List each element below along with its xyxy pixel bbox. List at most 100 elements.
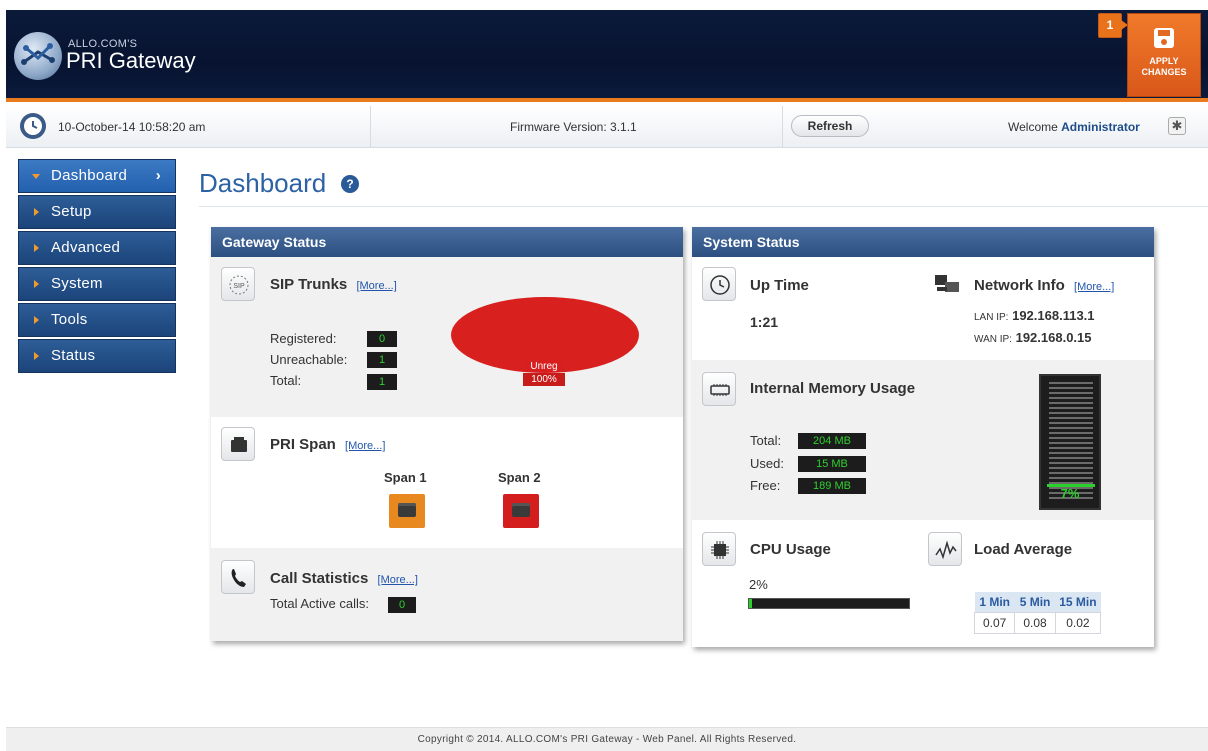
arrow-icon bbox=[34, 244, 39, 252]
welcome-text: Welcome Administrator bbox=[1008, 120, 1140, 134]
mem-free-label: Free: bbox=[750, 478, 781, 493]
lan-ip-value: 192.168.113.1 bbox=[1012, 308, 1095, 323]
unreachable-value: 1 bbox=[367, 352, 397, 368]
sidebar-item-advanced[interactable]: Advanced bbox=[18, 231, 176, 265]
phone-icon bbox=[221, 560, 255, 594]
header-bar: ALLO.COM'S PRI Gateway 1 APPLY CHANGES bbox=[6, 10, 1208, 102]
apply-label-line2: CHANGES bbox=[1141, 67, 1187, 77]
sidebar-nav: Dashboard › Setup Advanced System Tools … bbox=[18, 159, 176, 375]
cpu-load-section: CPU Usage 2% Load Average 1 Min 5 Min 15… bbox=[692, 520, 1154, 647]
divider bbox=[782, 106, 783, 147]
system-status-panel: System Status Up Time 1:21 Network Info bbox=[692, 227, 1154, 647]
page-title: Dashboard bbox=[199, 168, 327, 198]
footer-copyright: Copyright © 2014. ALLO.COM's PRI Gateway… bbox=[6, 727, 1208, 751]
section-title-text: Network Info bbox=[974, 277, 1065, 294]
mem-used-value: 15 MB bbox=[798, 456, 866, 472]
calls-more-link[interactable]: [More...] bbox=[378, 574, 418, 586]
sidebar-item-tools[interactable]: Tools bbox=[18, 303, 176, 337]
info-bar: 10-October-14 10:58:20 am Firmware Versi… bbox=[6, 106, 1208, 148]
help-icon[interactable]: ? bbox=[341, 175, 359, 193]
memory-chip-icon bbox=[702, 372, 736, 406]
panel-title: Gateway Status bbox=[211, 227, 683, 257]
cpu-usage-bar bbox=[748, 598, 910, 609]
load-value-15min: 0.02 bbox=[1054, 612, 1102, 634]
memory-usage-title: Internal Memory Usage bbox=[750, 380, 916, 397]
load-header-5min: 5 Min bbox=[1014, 592, 1056, 613]
username: Administrator bbox=[1061, 120, 1140, 134]
memory-percent: 7% bbox=[1060, 486, 1080, 501]
total-value: 1 bbox=[367, 374, 397, 390]
settings-gear-icon[interactable]: ✱ bbox=[1168, 117, 1186, 135]
unreachable-label: Unreachable: bbox=[270, 352, 348, 367]
arrow-icon bbox=[34, 208, 39, 216]
cpu-icon bbox=[702, 532, 736, 566]
pie-percent: 100% bbox=[523, 373, 565, 386]
mem-free-value: 189 MB bbox=[798, 478, 866, 494]
logo-product: PRI Gateway bbox=[66, 48, 196, 73]
sidebar-item-status[interactable]: Status bbox=[18, 339, 176, 373]
uptime-value: 1:21 bbox=[750, 314, 779, 330]
cpu-usage-title: CPU Usage bbox=[750, 541, 831, 558]
load-wave-icon bbox=[928, 532, 962, 566]
sidebar-item-setup[interactable]: Setup bbox=[18, 195, 176, 229]
registered-label: Registered: bbox=[270, 331, 337, 346]
firmware-version: Firmware Version: 3.1.1 bbox=[510, 120, 637, 134]
network-more-link[interactable]: [More...] bbox=[1074, 281, 1114, 293]
mem-used-label: Used: bbox=[750, 456, 784, 471]
mem-total-label: Total: bbox=[750, 433, 782, 448]
apply-label-line1: APPLY bbox=[1149, 56, 1179, 66]
pie-label-unreg: Unreg bbox=[523, 361, 565, 372]
uptime-title: Up Time bbox=[750, 277, 809, 294]
section-title-text: Call Statistics bbox=[270, 570, 369, 587]
total-label: Total: bbox=[270, 373, 302, 388]
load-value-5min: 0.08 bbox=[1014, 612, 1056, 634]
panel-title: System Status bbox=[692, 227, 1154, 257]
pending-changes-badge: 1 bbox=[1098, 13, 1128, 38]
arrow-icon bbox=[34, 316, 39, 324]
cpu-usage-fill bbox=[749, 599, 753, 608]
arrow-icon bbox=[32, 174, 40, 179]
welcome-prefix: Welcome bbox=[1008, 120, 1058, 134]
logo-icon bbox=[14, 32, 62, 80]
span1-label: Span 1 bbox=[384, 470, 427, 485]
pri-port-icon bbox=[221, 427, 255, 461]
save-icon bbox=[1154, 28, 1174, 48]
svg-text:SIP: SIP bbox=[233, 283, 245, 290]
sidebar-item-label: Status bbox=[51, 347, 96, 364]
mem-total-value: 204 MB bbox=[798, 433, 866, 449]
network-computers-icon bbox=[928, 267, 962, 301]
pri-span-title: PRI Span [More...] bbox=[270, 436, 385, 453]
active-calls-label: Total Active calls: bbox=[270, 596, 369, 611]
memory-usage-gauge: 7% bbox=[1039, 374, 1101, 510]
clock-icon bbox=[20, 113, 46, 139]
wan-ip-label: WAN IP: bbox=[974, 334, 1012, 345]
load-header-15min: 15 Min bbox=[1055, 592, 1101, 613]
cpu-usage-value: 2% bbox=[749, 577, 768, 592]
arrow-icon bbox=[34, 280, 39, 288]
sidebar-item-label: Setup bbox=[51, 203, 92, 220]
clock-icon bbox=[702, 267, 736, 301]
sip-icon: SIP bbox=[221, 267, 255, 301]
call-statistics-title: Call Statistics [More...] bbox=[270, 570, 418, 587]
memory-section: Internal Memory Usage Total: 204 MB Used… bbox=[692, 360, 1154, 520]
apply-changes-button[interactable]: APPLY CHANGES bbox=[1127, 13, 1201, 97]
span2-status-icon[interactable] bbox=[503, 494, 539, 528]
divider bbox=[370, 106, 371, 147]
pri-span-section: PRI Span [More...] Span 1 Span 2 bbox=[211, 417, 683, 548]
section-title-text: PRI Span bbox=[270, 436, 336, 453]
span1-status-icon[interactable] bbox=[389, 494, 425, 528]
sidebar-item-dashboard[interactable]: Dashboard › bbox=[18, 159, 176, 193]
lan-ip-label: LAN IP: bbox=[974, 312, 1009, 323]
sidebar-item-label: Dashboard bbox=[51, 167, 128, 184]
refresh-button[interactable]: Refresh bbox=[791, 115, 869, 137]
sip-more-link[interactable]: [More...] bbox=[356, 280, 396, 292]
sidebar-item-label: Advanced bbox=[51, 239, 121, 256]
sip-trunks-title: SIP Trunks [More...] bbox=[270, 276, 397, 293]
network-info-title: Network Info [More...] bbox=[974, 277, 1114, 294]
sidebar-item-system[interactable]: System bbox=[18, 267, 176, 301]
pri-more-link[interactable]: [More...] bbox=[345, 440, 385, 452]
span2-label: Span 2 bbox=[498, 470, 541, 485]
sidebar-item-label: Tools bbox=[51, 311, 88, 328]
load-average-title: Load Average bbox=[974, 541, 1073, 558]
wan-ip-value: 192.168.0.15 bbox=[1015, 330, 1092, 345]
